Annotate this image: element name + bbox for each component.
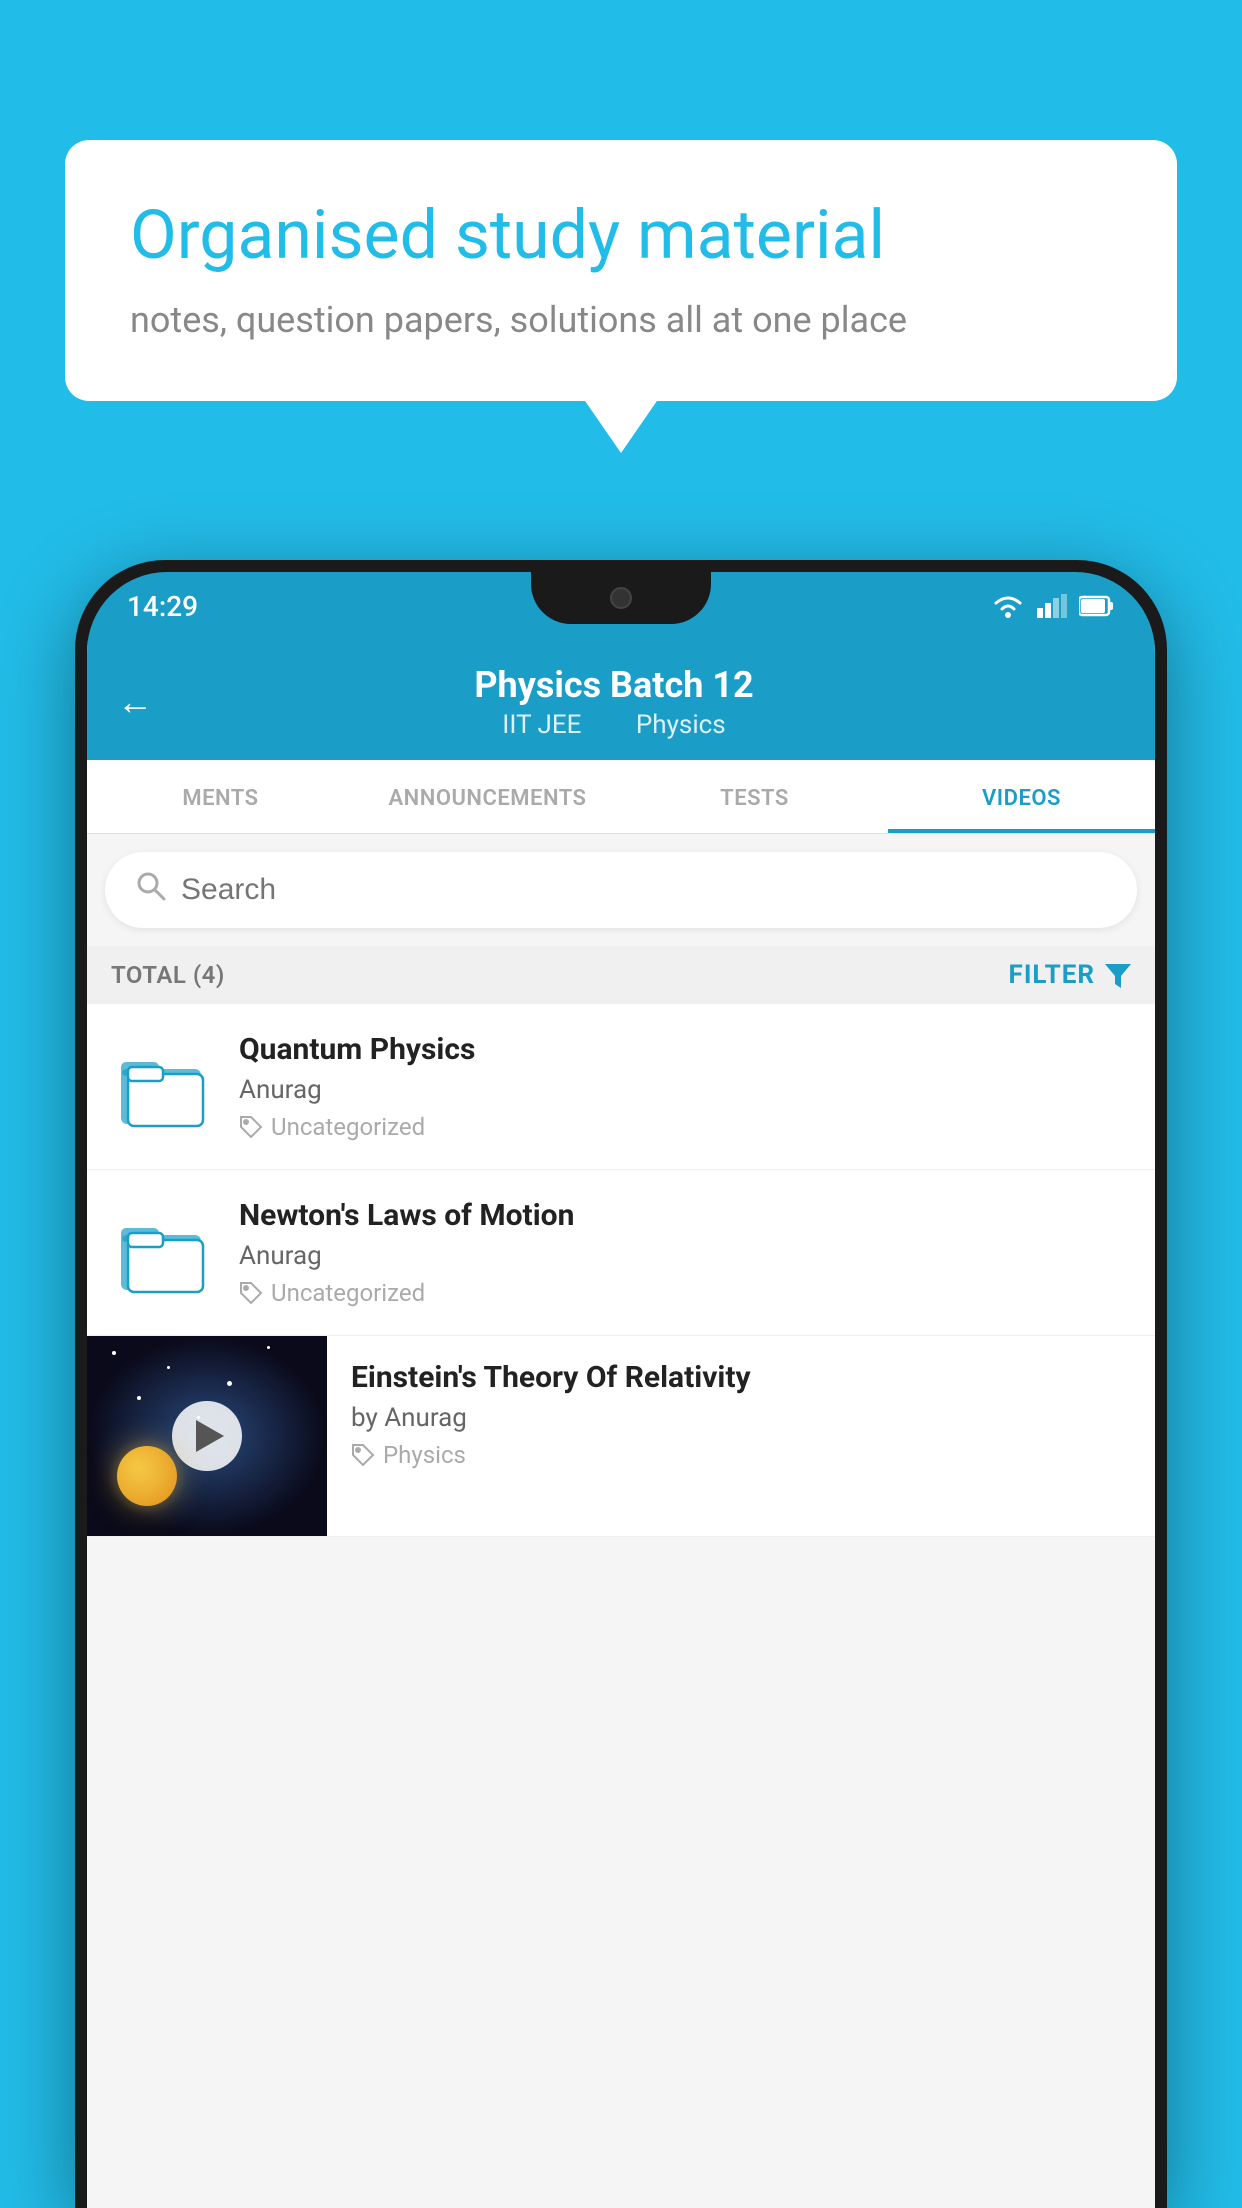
status-icons bbox=[991, 593, 1115, 619]
video-info-1: Quantum Physics Anurag Uncategorized bbox=[239, 1032, 1131, 1141]
tab-ments[interactable]: MENTS bbox=[87, 760, 354, 833]
back-button[interactable]: ← bbox=[117, 681, 153, 723]
list-item[interactable]: Einstein's Theory Of Relativity by Anura… bbox=[87, 1336, 1155, 1537]
list-item[interactable]: Quantum Physics Anurag Uncategorized bbox=[87, 1004, 1155, 1170]
tag-icon bbox=[239, 1115, 263, 1139]
app-header: ← Physics Batch 12 IIT JEE Physics bbox=[87, 640, 1155, 760]
tab-announcements[interactable]: ANNOUNCEMENTS bbox=[354, 760, 621, 833]
battery-icon bbox=[1079, 595, 1115, 617]
header-subtitle: IIT JEE Physics bbox=[173, 710, 1055, 740]
list-item[interactable]: Newton's Laws of Motion Anurag Uncategor… bbox=[87, 1170, 1155, 1336]
filter-label: FILTER bbox=[1009, 960, 1095, 990]
folder-thumb-2 bbox=[111, 1203, 211, 1303]
camera bbox=[610, 587, 632, 609]
play-triangle-icon bbox=[196, 1420, 224, 1452]
filter-button[interactable]: FILTER bbox=[1009, 960, 1131, 990]
status-time: 14:29 bbox=[127, 590, 198, 623]
thumbnail-bg bbox=[87, 1336, 327, 1536]
video-title-1: Quantum Physics bbox=[239, 1032, 1131, 1067]
video-title-2: Newton's Laws of Motion bbox=[239, 1198, 1131, 1233]
bubble-title: Organised study material bbox=[130, 195, 1112, 277]
bubble-subtitle: notes, question papers, solutions all at… bbox=[130, 299, 1112, 341]
app-content: ← Physics Batch 12 IIT JEE Physics MENTS… bbox=[87, 640, 1155, 2208]
header-subtitle-physics: Physics bbox=[636, 710, 726, 740]
video-tag-1: Uncategorized bbox=[239, 1113, 1131, 1141]
video-author-3: by Anurag bbox=[351, 1403, 1131, 1433]
speech-bubble-container: Organised study material notes, question… bbox=[65, 140, 1177, 401]
folder-thumb-1 bbox=[111, 1037, 211, 1137]
video-title-3: Einstein's Theory Of Relativity bbox=[351, 1360, 1131, 1395]
video-list: Quantum Physics Anurag Uncategorized bbox=[87, 1004, 1155, 1537]
filter-row: TOTAL (4) FILTER bbox=[87, 946, 1155, 1004]
header-title-block: Physics Batch 12 IIT JEE Physics bbox=[173, 664, 1055, 740]
video-author-2: Anurag bbox=[239, 1241, 1131, 1271]
folder-icon bbox=[116, 1044, 206, 1129]
search-icon bbox=[135, 870, 167, 910]
tag-label-2: Uncategorized bbox=[271, 1279, 425, 1307]
tag-icon bbox=[239, 1281, 263, 1305]
search-bar[interactable] bbox=[105, 852, 1137, 928]
folder-icon bbox=[116, 1210, 206, 1295]
video-thumbnail-3 bbox=[87, 1336, 327, 1536]
tab-tests[interactable]: TESTS bbox=[621, 760, 888, 833]
video-tag-2: Uncategorized bbox=[239, 1279, 1131, 1307]
wifi-icon bbox=[991, 593, 1025, 619]
tab-videos[interactable]: VIDEOS bbox=[888, 760, 1155, 833]
header-title: Physics Batch 12 bbox=[173, 664, 1055, 706]
tag-label-3: Physics bbox=[383, 1441, 466, 1469]
video-tag-3: Physics bbox=[351, 1441, 1131, 1469]
phone-inner: 14:29 bbox=[87, 572, 1155, 2208]
filter-funnel-icon bbox=[1105, 962, 1131, 988]
total-label: TOTAL (4) bbox=[111, 961, 225, 989]
speech-bubble: Organised study material notes, question… bbox=[65, 140, 1177, 401]
signal-icon bbox=[1037, 594, 1067, 618]
tag-icon bbox=[351, 1443, 375, 1467]
phone-frame: 14:29 bbox=[75, 560, 1167, 2208]
tabs: MENTS ANNOUNCEMENTS TESTS VIDEOS bbox=[87, 760, 1155, 834]
video-info-2: Newton's Laws of Motion Anurag Uncategor… bbox=[239, 1198, 1131, 1307]
video-info-3: Einstein's Theory Of Relativity by Anura… bbox=[327, 1336, 1155, 1493]
tag-label-1: Uncategorized bbox=[271, 1113, 425, 1141]
search-input[interactable] bbox=[181, 873, 1107, 907]
video-author-1: Anurag bbox=[239, 1075, 1131, 1105]
header-subtitle-iit: IIT JEE bbox=[502, 710, 581, 740]
notch bbox=[531, 572, 711, 624]
